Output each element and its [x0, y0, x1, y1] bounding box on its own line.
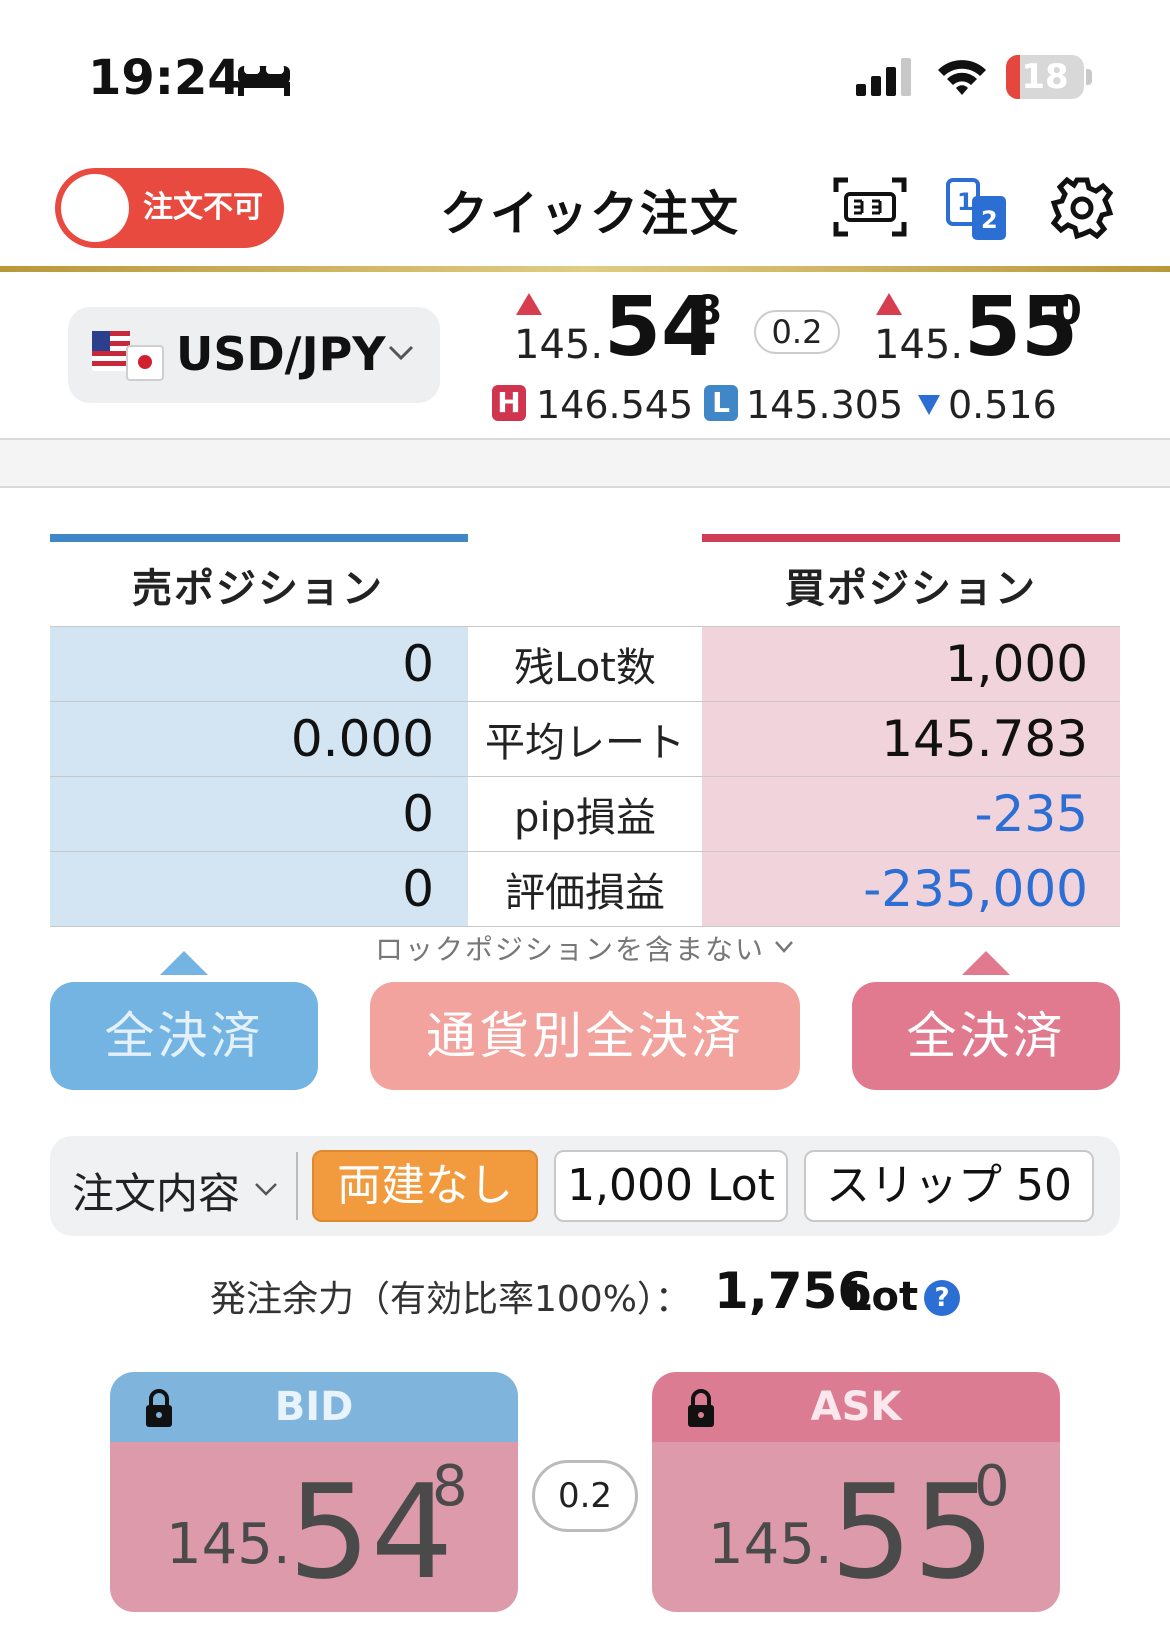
sell-unrealized-pl: 0 [50, 851, 468, 927]
order-capacity-unit: Lot [846, 1274, 919, 1320]
lot-size-button[interactable]: 1,000 Lot [554, 1150, 788, 1222]
status-bar: 19:24 18 [0, 0, 1170, 150]
buy-accent-bar [702, 534, 1120, 542]
down-arrow-icon [918, 395, 940, 415]
us-flag-icon [92, 331, 130, 371]
sell-position-header: 売ポジション [132, 566, 384, 612]
close-all-sell-button[interactable]: 全決済 [50, 982, 318, 1090]
scan-icon[interactable] [832, 176, 908, 238]
header-spread: 0.2 [754, 310, 840, 354]
sell-lots: 0 [50, 626, 468, 702]
ask-price-prefix: 145. [874, 322, 964, 368]
table-row: 0 残Lot数 1,000 [50, 626, 1120, 702]
low-badge: L [704, 385, 738, 421]
toggle-knob [61, 174, 129, 242]
sell-avg-rate: 0.000 [50, 701, 468, 777]
bid-price-panel: 145. 54 8 [110, 1442, 518, 1612]
ask-buy-button[interactable]: ASK 145. 55 0 [652, 1372, 1060, 1612]
status-time: 19:24 [88, 50, 241, 106]
up-triangle-icon [160, 951, 208, 975]
buy-avg-rate: 145.783 [702, 701, 1120, 777]
bid-price-sup: 8 [694, 288, 722, 334]
bed-icon [238, 64, 290, 96]
battery-level: 18 [1021, 57, 1069, 97]
up-arrow-icon [516, 293, 542, 315]
buy-lots: 1,000 [702, 626, 1120, 702]
table-row: 0 評価損益 -235,000 [50, 851, 1120, 927]
split-icon-right: 2 [981, 206, 998, 234]
hedge-setting-button[interactable]: 両建なし [312, 1150, 538, 1222]
sell-accent-bar [50, 534, 468, 542]
toggle-label: 注文不可 [143, 190, 263, 225]
header-divider [0, 266, 1170, 272]
high-value: 146.545 [536, 383, 694, 427]
jp-flag-icon [126, 345, 164, 381]
trade-spread: 0.2 [532, 1460, 638, 1532]
chevron-down-icon [255, 1183, 277, 1196]
sell-pip-pl: 0 [50, 776, 468, 852]
order-content-dropdown[interactable]: 注文内容 [72, 1160, 240, 1221]
signal-icon [856, 58, 911, 96]
ask-trade-main: 55 [830, 1456, 996, 1608]
buy-unrealized-pl: -235,000 [702, 851, 1120, 927]
page-title: クイック注文 [440, 186, 741, 242]
ask-trade-sup: 0 [974, 1454, 1010, 1519]
row-label: 残Lot数 [468, 626, 702, 702]
currency-pair-label: USD/JPY [176, 327, 386, 381]
order-enable-toggle[interactable]: 注文不可 [55, 168, 284, 248]
up-triangle-icon [962, 951, 1010, 975]
bid-trade-prefix: 145. [166, 1512, 291, 1577]
bid-trade-sup: 8 [432, 1454, 468, 1519]
low-value: 145.305 [746, 383, 904, 427]
high-badge: H [492, 385, 526, 421]
spacer-band [0, 440, 1170, 488]
split-icon-left: 1 [957, 188, 974, 216]
help-icon[interactable]: ? [924, 1280, 960, 1316]
gear-icon[interactable] [1050, 176, 1114, 240]
currency-pair-select[interactable]: USD/JPY [68, 307, 440, 403]
buy-position-header: 買ポジション [785, 566, 1037, 612]
close-all-by-pair-button[interactable]: 通貨別全決済 [370, 982, 800, 1090]
divider [296, 1152, 298, 1220]
bid-sell-button[interactable]: BID 145. 54 8 [110, 1372, 518, 1612]
ask-price-sup: 0 [1054, 288, 1082, 334]
lock-position-filter[interactable]: ロックポジションを含まない [375, 928, 765, 968]
buy-pip-pl: -235 [702, 776, 1120, 852]
chevron-down-icon [775, 941, 793, 953]
row-label: 平均レート [468, 701, 702, 777]
app-header: 注文不可 クイック注文 1 2 [0, 150, 1170, 268]
battery-icon: 18 [1006, 55, 1092, 99]
wifi-icon [938, 60, 986, 95]
row-label: 評価損益 [468, 851, 702, 927]
slippage-button[interactable]: スリップ 50 [804, 1150, 1094, 1222]
bid-price-prefix: 145. [514, 322, 604, 368]
up-arrow-icon [876, 293, 902, 315]
table-row: 0.000 平均レート 145.783 [50, 701, 1120, 777]
close-all-buy-button[interactable]: 全決済 [852, 982, 1120, 1090]
split-view-icon[interactable]: 1 2 [946, 178, 1008, 242]
order-settings-panel: 注文内容 両建なし 1,000 Lot スリップ 50 [50, 1136, 1120, 1236]
lock-icon[interactable] [144, 1388, 174, 1428]
change-value: 0.516 [948, 383, 1057, 427]
chevron-down-icon [388, 345, 414, 361]
lock-icon[interactable] [686, 1388, 716, 1428]
row-label: pip損益 [468, 776, 702, 852]
table-row: 0 pip損益 -235 [50, 776, 1120, 852]
ask-trade-prefix: 145. [708, 1512, 833, 1577]
bid-trade-main: 54 [288, 1456, 454, 1608]
order-capacity-label: 発注余力（有効比率100%）： [210, 1279, 691, 1320]
position-table: 0 残Lot数 1,000 0.000 平均レート 145.783 0 pip損… [50, 626, 1120, 927]
ask-price-panel: 145. 55 0 [652, 1442, 1060, 1612]
